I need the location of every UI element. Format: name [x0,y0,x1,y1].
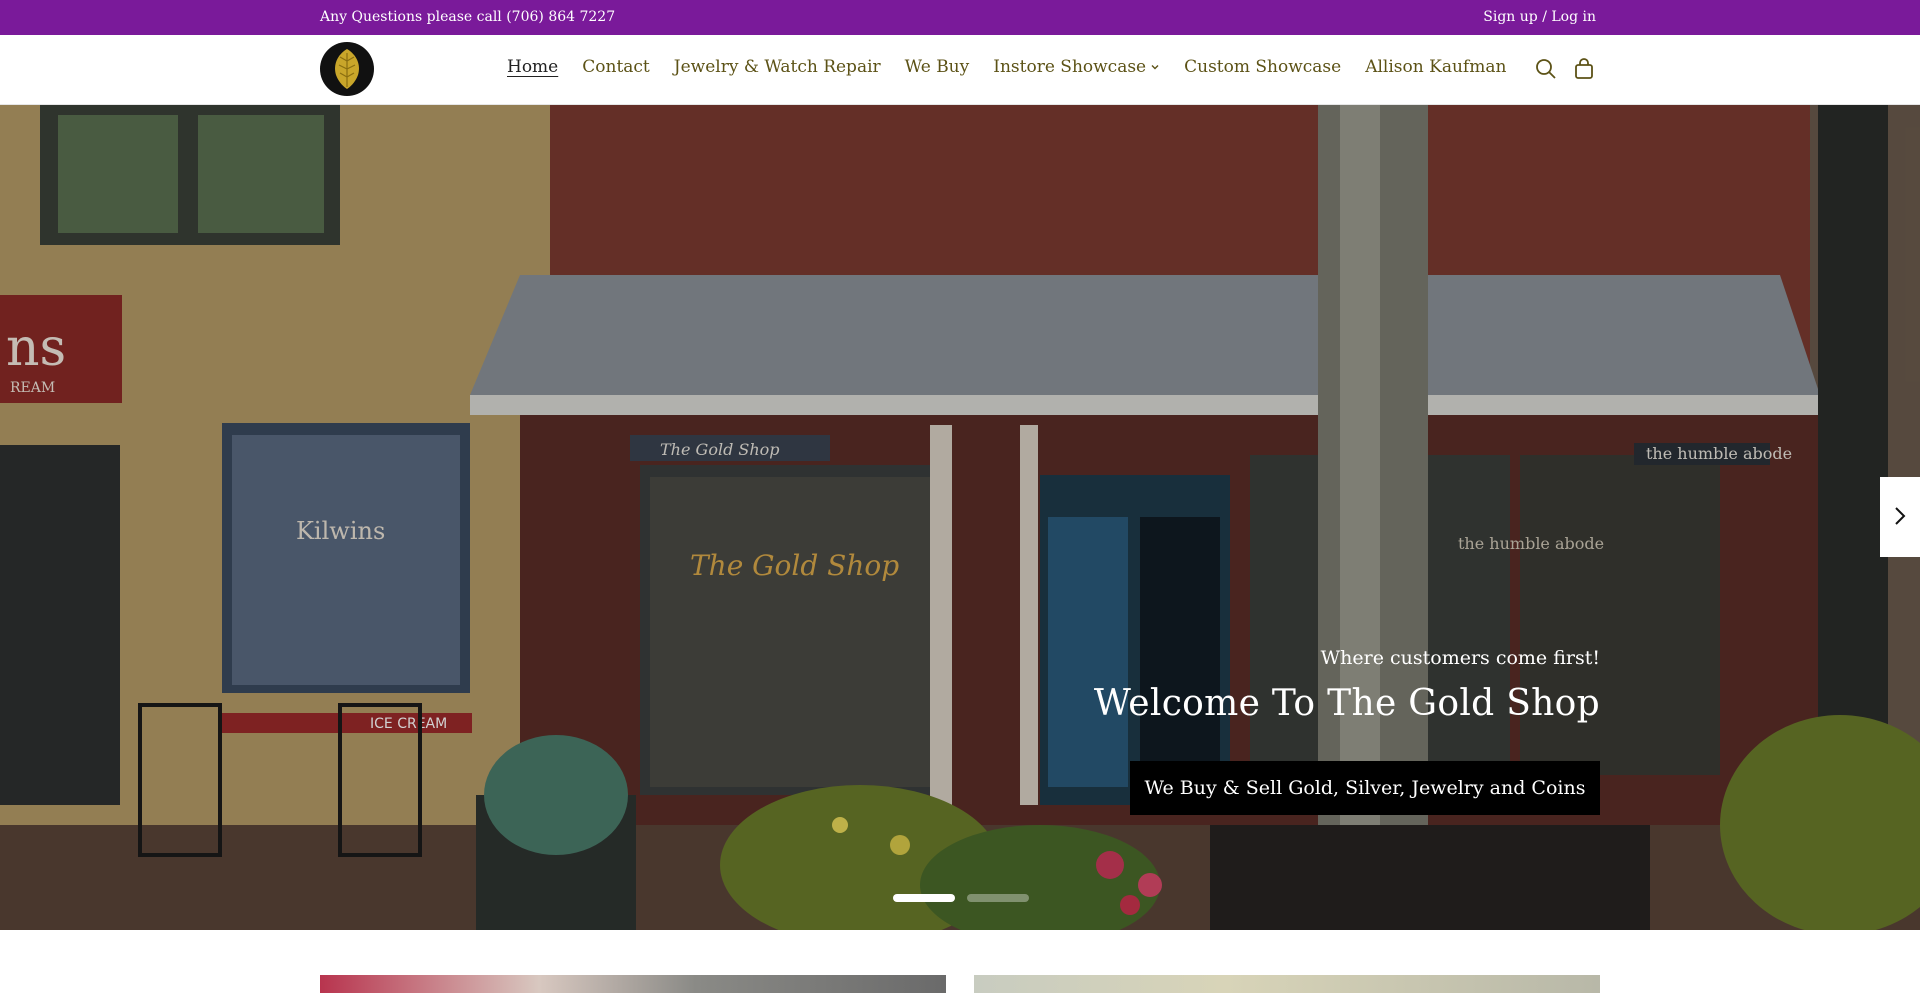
hero-cta-button[interactable]: We Buy & Sell Gold, Silver, Jewelry and … [1130,761,1600,815]
slide-dot-2[interactable] [967,894,1029,902]
nav-item-custom-showcase[interactable]: Custom Showcase [1184,57,1341,77]
featured-card-2-image[interactable] [974,975,1600,993]
hero-overlay [0,105,1920,930]
chevron-right-icon [1892,505,1908,530]
site-header: Home Contact Jewelry & Watch Repair We B… [0,35,1920,105]
phone-announcement: Any Questions please call (706) 864 7227 [320,9,616,25]
nav-item-jewelry-watch-repair[interactable]: Jewelry & Watch Repair [674,57,881,77]
hero-title: Welcome To The Gold Shop [1093,683,1600,724]
chevron-down-icon [1150,57,1160,77]
gold-leaf-logo-icon[interactable] [320,42,374,96]
search-icon[interactable] [1534,57,1558,81]
signup-login-link[interactable]: Sign up / Log in [1483,9,1596,25]
shopping-bag-icon[interactable] [1572,57,1596,81]
hero-slideshow: ns REAM Kilwins ICE CREAM The Gold Shop … [0,105,1920,930]
nav-item-allison-kaufman[interactable]: Allison Kaufman [1365,57,1506,77]
hero-caption: Where customers come first! Welcome To T… [1094,647,1600,724]
nav-item-we-buy[interactable]: We Buy [905,57,970,77]
slideshow-dots [893,894,1029,902]
nav-item-home[interactable]: Home [507,57,558,77]
main-nav: Home Contact Jewelry & Watch Repair We B… [507,57,1506,77]
nav-item-contact[interactable]: Contact [582,57,650,77]
slide-dot-1[interactable] [893,894,955,902]
announcement-bar: Any Questions please call (706) 864 7227… [0,0,1920,35]
hero-subtitle: Where customers come first! [1320,647,1600,669]
slideshow-next-button[interactable] [1880,477,1920,557]
nav-item-instore-showcase[interactable]: Instore Showcase [993,57,1160,77]
nav-item-instore-showcase-label: Instore Showcase [993,57,1147,77]
featured-card-1-image[interactable] [320,975,946,993]
header-actions [1534,57,1596,81]
